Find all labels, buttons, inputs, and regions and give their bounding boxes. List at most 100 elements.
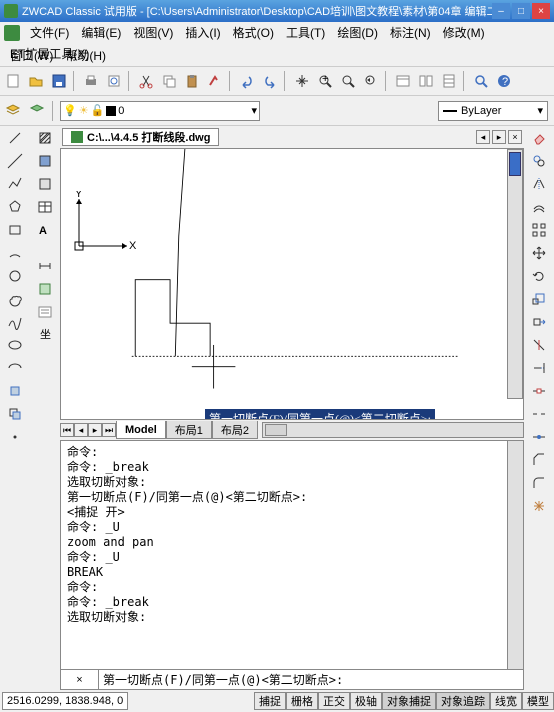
menu-file[interactable]: 文件(F) bbox=[24, 22, 75, 43]
menu-help[interactable]: 帮助(H) bbox=[59, 45, 112, 66]
new-button[interactable] bbox=[2, 70, 24, 92]
trim-tool[interactable] bbox=[529, 335, 549, 355]
copy-button[interactable] bbox=[158, 70, 180, 92]
offset-tool[interactable] bbox=[529, 197, 549, 217]
tab-close-button[interactable]: × bbox=[508, 130, 522, 144]
model-tab[interactable]: Model bbox=[116, 421, 166, 439]
layout2-tab[interactable]: 布局2 bbox=[212, 421, 258, 439]
command-history[interactable]: 命令: 命令: _break 选取切断对象: 第一切断点(F)/同第一点(@)<… bbox=[61, 441, 507, 669]
ellipse-arc-tool[interactable] bbox=[5, 358, 25, 378]
region-tool[interactable] bbox=[35, 174, 55, 194]
break-point-tool[interactable] bbox=[529, 381, 549, 401]
fillet-tool[interactable] bbox=[529, 473, 549, 493]
array-tool[interactable] bbox=[529, 220, 549, 240]
document-tab[interactable]: C:\...\4.4.5 打断线段.dwg bbox=[62, 128, 219, 146]
layer-manager-button[interactable] bbox=[2, 100, 24, 122]
tool-palettes-button[interactable] bbox=[438, 70, 460, 92]
horizontal-scrollbar[interactable] bbox=[262, 422, 524, 438]
polar-toggle[interactable]: 极轴 bbox=[350, 692, 382, 710]
command-input[interactable]: 第一切断点(F)/同第一点(@)<第二切断点>: bbox=[99, 671, 523, 688]
drawing-canvas[interactable]: X Y 第一切断点(F)/同第一点(@)<第二切断点>: bbox=[60, 148, 524, 420]
insert-block-tool[interactable] bbox=[5, 381, 25, 401]
id-tool[interactable]: 坐 bbox=[35, 325, 55, 345]
ortho-toggle[interactable]: 正交 bbox=[318, 692, 350, 710]
menu-modify[interactable]: 修改(M) bbox=[437, 22, 491, 43]
make-block-tool[interactable] bbox=[5, 404, 25, 424]
rotate-tool[interactable] bbox=[529, 266, 549, 286]
match-button[interactable] bbox=[204, 70, 226, 92]
zoom-realtime-button[interactable]: + bbox=[314, 70, 336, 92]
preview-button[interactable] bbox=[103, 70, 125, 92]
linetype-dropdown[interactable]: ByLayer ▾ bbox=[438, 101, 548, 121]
close-button[interactable]: × bbox=[532, 3, 550, 19]
area-tool[interactable] bbox=[35, 279, 55, 299]
table-tool[interactable] bbox=[35, 197, 55, 217]
properties-button[interactable] bbox=[392, 70, 414, 92]
xline-tool[interactable] bbox=[5, 151, 25, 171]
command-clear-button[interactable]: × bbox=[61, 670, 99, 689]
hatch-tool[interactable] bbox=[35, 128, 55, 148]
menu-view[interactable]: 视图(V) bbox=[127, 22, 179, 43]
menu-edit[interactable]: 编辑(E) bbox=[75, 22, 127, 43]
design-center-button[interactable] bbox=[415, 70, 437, 92]
menu-annotate[interactable]: 标注(N) bbox=[384, 22, 437, 43]
tab-next-button[interactable]: ▸ bbox=[88, 423, 102, 437]
move-tool[interactable] bbox=[529, 243, 549, 263]
gradient-tool[interactable] bbox=[35, 151, 55, 171]
mirror-tool[interactable] bbox=[529, 174, 549, 194]
break-tool[interactable] bbox=[529, 404, 549, 424]
join-tool[interactable] bbox=[529, 427, 549, 447]
maximize-button[interactable]: □ bbox=[512, 3, 530, 19]
layer-dropdown[interactable]: 💡 ☀ 🔓 0 ▾ bbox=[60, 101, 260, 121]
tab-first-button[interactable]: ⏮ bbox=[60, 423, 74, 437]
tab-next-button[interactable]: ▸ bbox=[492, 130, 506, 144]
spline-tool[interactable] bbox=[5, 312, 25, 332]
menu-draw[interactable]: 绘图(D) bbox=[331, 22, 384, 43]
coordinates-display[interactable]: 2516.0299, 1838.948, 0 bbox=[2, 692, 128, 710]
save-button[interactable] bbox=[48, 70, 70, 92]
command-scrollbar[interactable] bbox=[507, 441, 523, 669]
extend-tool[interactable] bbox=[529, 358, 549, 378]
distance-tool[interactable] bbox=[35, 256, 55, 276]
print-button[interactable] bbox=[80, 70, 102, 92]
model-paper-toggle[interactable]: 模型 bbox=[522, 692, 554, 710]
snap-toggle[interactable]: 捕捉 bbox=[254, 692, 286, 710]
explode-tool[interactable] bbox=[529, 496, 549, 516]
stretch-tool[interactable] bbox=[529, 312, 549, 332]
rectangle-tool[interactable] bbox=[5, 220, 25, 240]
help-button[interactable]: ? bbox=[493, 70, 515, 92]
mtext-tool[interactable]: A bbox=[35, 220, 55, 240]
line-tool[interactable] bbox=[5, 128, 25, 148]
chamfer-tool[interactable] bbox=[529, 450, 549, 470]
tab-last-button[interactable]: ⏭ bbox=[102, 423, 116, 437]
redo-button[interactable] bbox=[259, 70, 281, 92]
scale-tool[interactable] bbox=[529, 289, 549, 309]
tab-prev-button[interactable]: ◂ bbox=[74, 423, 88, 437]
vertical-scrollbar[interactable] bbox=[507, 149, 523, 399]
copy-tool[interactable] bbox=[529, 151, 549, 171]
osnap-toggle[interactable]: 对象捕捉 bbox=[382, 692, 436, 710]
polygon-tool[interactable] bbox=[5, 197, 25, 217]
lineweight-toggle[interactable]: 线宽 bbox=[490, 692, 522, 710]
menu-format[interactable]: 格式(O) bbox=[227, 22, 280, 43]
point-tool[interactable] bbox=[5, 427, 25, 447]
circle-tool[interactable] bbox=[5, 266, 25, 286]
menu-insert[interactable]: 插入(I) bbox=[179, 22, 226, 43]
zoom-prev-button[interactable] bbox=[360, 70, 382, 92]
arc-tool[interactable] bbox=[5, 243, 25, 263]
list-tool[interactable] bbox=[35, 302, 55, 322]
grid-toggle[interactable]: 栅格 bbox=[286, 692, 318, 710]
minimize-button[interactable]: – bbox=[492, 3, 510, 19]
undo-button[interactable] bbox=[236, 70, 258, 92]
zoom-window-button[interactable] bbox=[337, 70, 359, 92]
erase-tool[interactable] bbox=[529, 128, 549, 148]
pan-button[interactable] bbox=[291, 70, 313, 92]
ellipse-tool[interactable] bbox=[5, 335, 25, 355]
find-button[interactable] bbox=[470, 70, 492, 92]
open-button[interactable] bbox=[25, 70, 47, 92]
paste-button[interactable] bbox=[181, 70, 203, 92]
cut-button[interactable] bbox=[135, 70, 157, 92]
menu-window[interactable]: 窗口(W) bbox=[4, 45, 59, 66]
polyline-tool[interactable] bbox=[5, 174, 25, 194]
menu-tools[interactable]: 工具(T) bbox=[280, 22, 331, 43]
